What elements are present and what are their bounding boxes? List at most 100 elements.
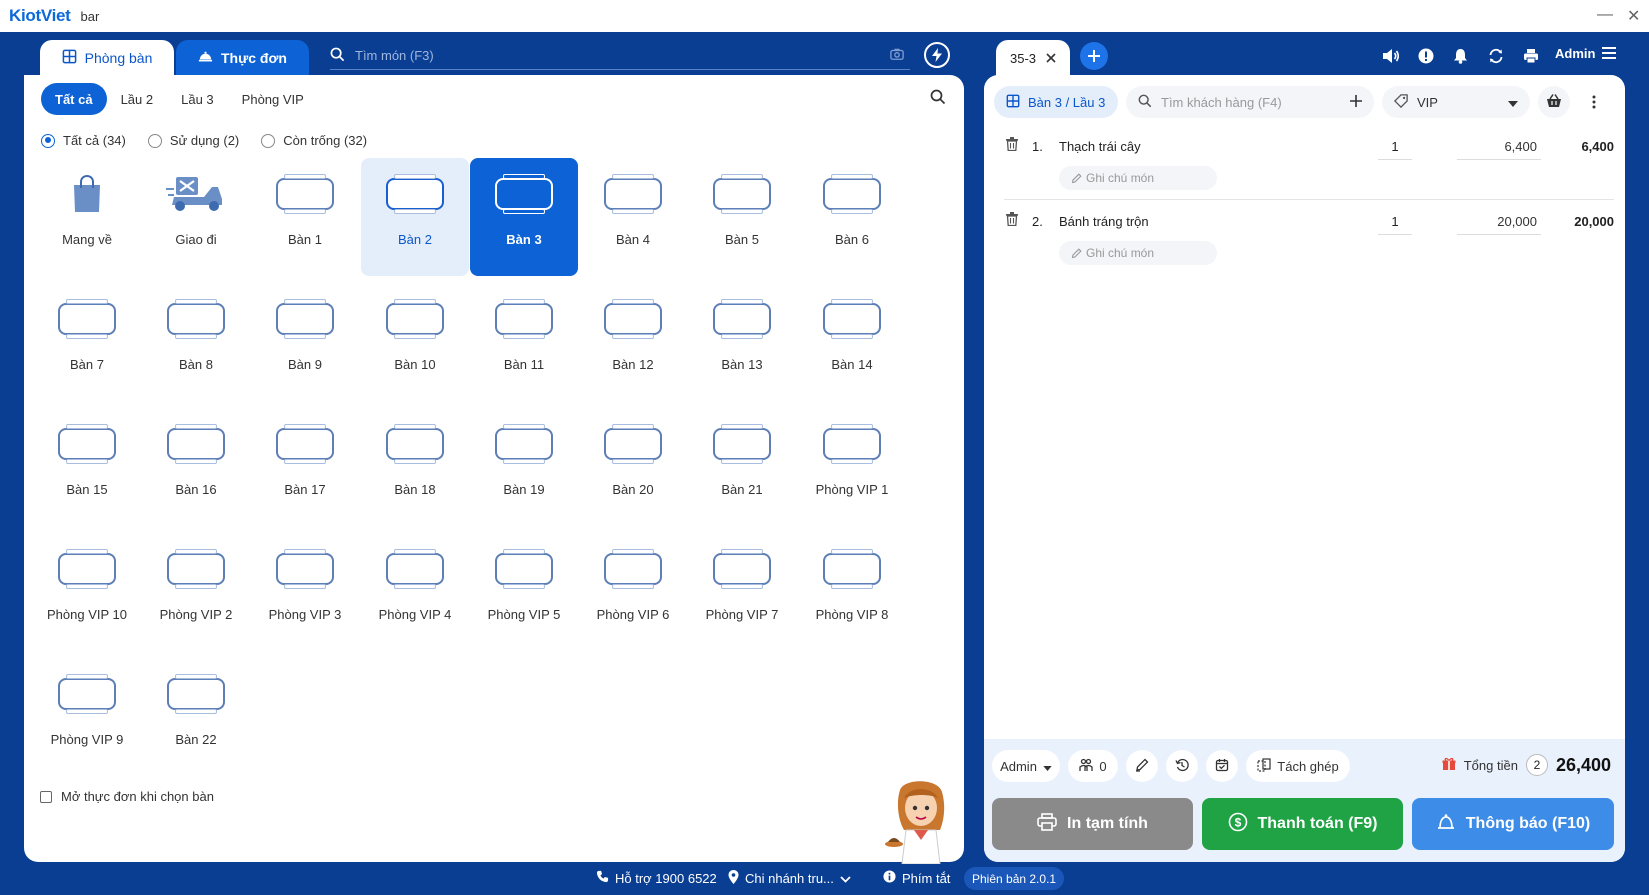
staff-select[interactable]: Admin — [992, 750, 1060, 782]
floor-tab-lau3[interactable]: Lầu 3 — [167, 83, 228, 115]
table-icon — [823, 297, 881, 341]
camera-icon[interactable] — [890, 47, 904, 64]
filter-empty[interactable]: Còn trống (32) — [261, 133, 367, 148]
branch-select[interactable]: Chi nhánh tru... — [728, 870, 851, 887]
table-card[interactable]: Mang về — [33, 158, 141, 276]
table-card[interactable]: Bàn 11 — [470, 283, 578, 401]
customer-search-input[interactable]: Tìm khách hàng (F4) — [1161, 95, 1282, 110]
table-card[interactable]: Bàn 13 — [688, 283, 796, 401]
table-card[interactable]: Bàn 2 — [361, 158, 469, 276]
item-total: 6,400 — [1581, 139, 1614, 154]
menu-search[interactable]: Tìm món (F3) — [330, 42, 910, 70]
item-name[interactable]: Thạch trái cây — [1059, 139, 1141, 154]
table-card[interactable]: Bàn 18 — [361, 408, 469, 526]
order-panel: Bàn 3 / Lầu 3 Tìm khách hàng (F4) VIP 1.… — [984, 75, 1625, 862]
support-hotline[interactable]: Hỗ trợ 1900 6522 — [596, 870, 717, 886]
table-card[interactable]: Phòng VIP 8 — [798, 533, 906, 651]
open-menu-checkbox[interactable]: Mở thực đơn khi chọn bàn — [40, 789, 214, 804]
table-card[interactable]: Bàn 17 — [251, 408, 359, 526]
item-price[interactable]: 6,400 — [1457, 136, 1541, 160]
table-icon — [604, 172, 662, 216]
table-location-pill[interactable]: Bàn 3 / Lầu 3 — [994, 86, 1118, 118]
print-temp-bill-button[interactable]: In tạm tính — [992, 798, 1193, 850]
trash-icon[interactable] — [1006, 212, 1018, 229]
table-card-label: Bàn 20 — [612, 482, 654, 497]
table-icon — [713, 297, 771, 341]
table-card[interactable]: Phòng VIP 10 — [33, 533, 141, 651]
table-card-label: Phòng VIP 6 — [596, 607, 670, 622]
item-note[interactable]: Ghi chú món — [1059, 166, 1217, 190]
table-card[interactable]: Giao đi — [142, 158, 250, 276]
table-card[interactable]: Bàn 15 — [33, 408, 141, 526]
add-customer-icon[interactable] — [1350, 94, 1362, 110]
table-card[interactable]: Bàn 14 — [798, 283, 906, 401]
notify-kitchen-button[interactable]: Thông báo (F10) — [1412, 798, 1614, 850]
menu-search-input[interactable]: Tìm món (F3) — [355, 48, 434, 63]
tab-menu[interactable]: Thực đơn — [176, 40, 309, 76]
item-quantity[interactable]: 1 — [1378, 136, 1412, 160]
item-price[interactable]: 20,000 — [1457, 211, 1541, 235]
header-user[interactable]: Admin — [1555, 46, 1595, 61]
table-card[interactable]: Bàn 8 — [142, 283, 250, 401]
filter-all[interactable]: Tất cả (34) — [41, 133, 126, 148]
hamburger-menu-icon[interactable] — [1602, 47, 1616, 62]
table-card[interactable]: Bàn 3 — [470, 158, 578, 276]
floor-tab-vip[interactable]: Phòng VIP — [228, 83, 318, 115]
table-card[interactable]: Bàn 1 — [251, 158, 359, 276]
quick-action-bolt-icon[interactable] — [924, 42, 950, 68]
item-name[interactable]: Bánh tráng trộn — [1059, 214, 1149, 229]
filter-empty-label: Còn trống (32) — [283, 133, 368, 148]
more-options-icon[interactable] — [1578, 86, 1610, 118]
shortcuts-button[interactable]: Phím tắt — [883, 870, 950, 886]
table-card[interactable]: Bàn 12 — [579, 283, 687, 401]
table-card[interactable]: Phòng VIP 1 — [798, 408, 906, 526]
sync-icon[interactable] — [1478, 44, 1513, 68]
table-card[interactable]: Bàn 10 — [361, 283, 469, 401]
close-tab-icon[interactable] — [1046, 51, 1056, 66]
table-card[interactable]: Phòng VIP 5 — [470, 533, 578, 651]
item-note[interactable]: Ghi chú món — [1059, 241, 1217, 265]
close-window-button[interactable]: ✕ — [1627, 6, 1640, 26]
floor-tab-all[interactable]: Tất cả — [41, 83, 107, 115]
split-merge-button[interactable]: Tách ghép — [1246, 750, 1350, 782]
table-card[interactable]: Bàn 22 — [142, 658, 250, 776]
price-list-select[interactable]: VIP — [1382, 86, 1530, 118]
edit-button[interactable] — [1126, 750, 1158, 782]
customer-search[interactable]: Tìm khách hàng (F4) — [1126, 86, 1374, 118]
schedule-button[interactable] — [1206, 750, 1238, 782]
basket-button[interactable] — [1538, 86, 1570, 118]
table-card[interactable]: Phòng VIP 3 — [251, 533, 359, 651]
table-card[interactable]: Bàn 16 — [142, 408, 250, 526]
item-quantity[interactable]: 1 — [1378, 211, 1412, 235]
guests-button[interactable]: 0 — [1068, 750, 1118, 782]
table-card[interactable]: Phòng VIP 2 — [142, 533, 250, 651]
table-card[interactable]: Phòng VIP 6 — [579, 533, 687, 651]
table-search-icon[interactable] — [930, 89, 946, 108]
printer-icon[interactable] — [1513, 44, 1548, 68]
speaker-icon[interactable] — [1373, 44, 1408, 68]
table-card[interactable]: Phòng VIP 4 — [361, 533, 469, 651]
add-order-tab-button[interactable] — [1080, 42, 1108, 70]
pay-button[interactable]: $ Thanh toán (F9) — [1202, 798, 1403, 850]
table-card[interactable]: Bàn 7 — [33, 283, 141, 401]
order-tab[interactable]: 35-3 — [996, 40, 1070, 76]
tab-tables[interactable]: Phòng bàn — [40, 40, 174, 76]
table-card[interactable]: Bàn 9 — [251, 283, 359, 401]
table-card[interactable]: Bàn 6 — [798, 158, 906, 276]
filter-in-use[interactable]: Sử dụng (2) — [147, 133, 239, 148]
history-button[interactable] — [1166, 750, 1198, 782]
table-card[interactable]: Phòng VIP 9 — [33, 658, 141, 776]
table-card[interactable]: Bàn 4 — [579, 158, 687, 276]
table-icon — [276, 547, 334, 591]
table-card-label: Bàn 7 — [70, 357, 104, 372]
trash-icon[interactable] — [1006, 137, 1018, 154]
table-card[interactable]: Phòng VIP 7 — [688, 533, 796, 651]
alert-icon[interactable] — [1408, 44, 1443, 68]
bell-icon[interactable] — [1443, 44, 1478, 68]
floor-tab-lau2[interactable]: Lầu 2 — [107, 83, 168, 115]
table-card[interactable]: Bàn 19 — [470, 408, 578, 526]
table-card[interactable]: Bàn 20 — [579, 408, 687, 526]
table-card[interactable]: Bàn 5 — [688, 158, 796, 276]
minimize-button[interactable]: — — [1597, 6, 1613, 24]
table-card[interactable]: Bàn 21 — [688, 408, 796, 526]
